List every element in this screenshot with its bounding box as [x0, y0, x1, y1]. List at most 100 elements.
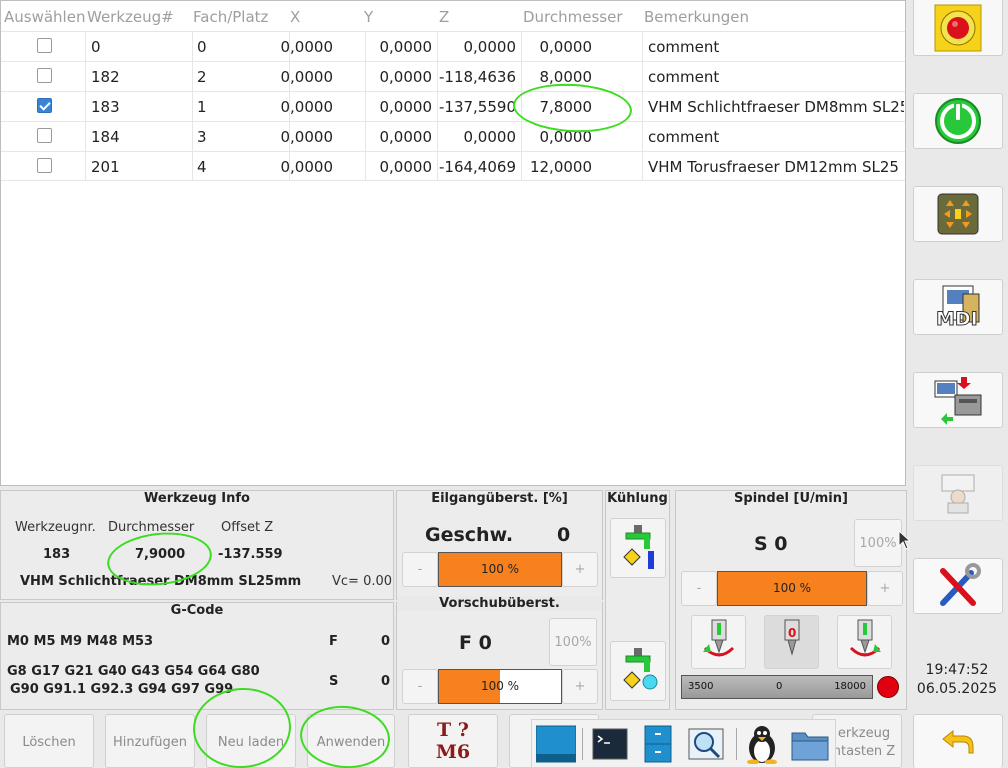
cell-slot: 0 — [197, 38, 207, 56]
emergency-stop-button[interactable] — [913, 0, 1003, 56]
flood-coolant-button[interactable] — [610, 518, 666, 578]
cooling-panel: Kühlung — [605, 490, 670, 710]
search-app[interactable] — [686, 724, 726, 764]
tool-diameter-label: Durchmesser — [108, 520, 195, 535]
table-row[interactable]: 0 0 0,0000 0,0000 0,0000 0,0000 comment — [1, 31, 905, 61]
tool-diameter-value: 7,9000 — [135, 547, 186, 562]
feed-minus-button[interactable]: - — [402, 669, 438, 704]
terminal-app[interactable] — [590, 724, 630, 764]
col-x[interactable]: X — [290, 8, 300, 26]
row-checkbox[interactable] — [37, 128, 52, 143]
clock-date: 06.05.2025 — [916, 681, 998, 697]
col-comment[interactable]: Bemerkungen — [644, 8, 749, 26]
tool-change-button[interactable]: T ? M6 — [408, 714, 498, 768]
tool-table: Auswählen Werkzeug# Fach/Platz X Y Z Dur… — [0, 0, 906, 486]
cell-tool: 182 — [91, 68, 120, 86]
cell-comment: VHM Torusfraeser DM12mm SL25 — [648, 158, 899, 176]
cooling-title: Kühlung — [607, 491, 668, 506]
rapid-plus-button[interactable]: + — [562, 552, 598, 587]
gcode-line-2: G8 G17 G21 G40 G43 G54 G64 G80 — [7, 664, 260, 679]
desktop-app[interactable] — [536, 724, 576, 764]
cell-diameter: 8,0000 — [539, 68, 593, 86]
feed-reset-button[interactable]: 100% — [549, 618, 597, 666]
cell-z: 0,0000 — [463, 128, 517, 146]
table-row[interactable]: 184 3 0,0000 0,0000 0,0000 0,0000 commen… — [1, 121, 905, 151]
tool-info-title: Werkzeug Info — [144, 491, 250, 506]
col-slot[interactable]: Fach/Platz — [193, 8, 268, 26]
table-row[interactable]: 182 2 0,0000 0,0000 -118,4636 8,0000 com… — [1, 61, 905, 91]
mdi-button[interactable]: MDI — [913, 279, 1003, 335]
file-cabinet-app[interactable] — [638, 724, 678, 764]
mdi-label: MDI — [936, 308, 979, 331]
apply-button[interactable]: Anwenden — [307, 714, 395, 768]
file-cabinet-icon — [644, 725, 672, 763]
power-button[interactable] — [913, 93, 1003, 149]
settings-button[interactable] — [913, 558, 1003, 614]
emergency-stop-icon — [934, 4, 982, 51]
mist-coolant-button[interactable] — [610, 641, 666, 701]
col-diameter[interactable]: Durchmesser — [523, 8, 623, 26]
add-button[interactable]: Hinzufügen — [105, 714, 195, 768]
cell-comment: comment — [648, 68, 720, 86]
row-checkbox[interactable] — [37, 98, 52, 113]
feed-plus-button[interactable]: + — [562, 669, 598, 704]
flood-coolant-icon — [623, 525, 654, 569]
gcode-f-value: 0 — [381, 634, 391, 649]
undo-arrow-icon — [942, 729, 974, 753]
spindle-speed-value: S 0 — [754, 533, 788, 555]
cell-y: 0,0000 — [379, 158, 433, 176]
operator-button[interactable] — [913, 465, 1003, 521]
cell-z: -118,4636 — [439, 68, 516, 86]
machine-button[interactable] — [913, 372, 1003, 428]
cnc-control-window: Auswählen Werkzeug# Fach/Platz X Y Z Dur… — [0, 0, 1008, 768]
jog-button[interactable] — [913, 186, 1003, 242]
spindle-cw-button[interactable] — [837, 615, 892, 669]
taskbar-dock — [531, 719, 836, 768]
col-y[interactable]: Y — [364, 8, 373, 26]
col-z[interactable]: Z — [439, 8, 449, 26]
cell-slot: 3 — [197, 128, 207, 146]
spindle-minus-button[interactable]: - — [681, 571, 717, 606]
spindle-rpm-gauge: 3500 0 18000 — [681, 675, 873, 699]
table-row[interactable]: 201 4 0,0000 0,0000 -164,4069 12,0000 VH… — [1, 151, 905, 181]
cell-diameter: 0,0000 — [539, 128, 593, 146]
spindle-plus-button[interactable]: + — [867, 571, 903, 606]
linux-app[interactable] — [742, 724, 782, 764]
feed-override-bar[interactable]: 100 % — [438, 669, 562, 704]
tool-info-panel: Werkzeug Info Werkzeugnr. Durchmesser Of… — [0, 490, 394, 600]
mist-coolant-icon — [623, 648, 658, 690]
cell-z: -137,5590 — [439, 98, 516, 116]
cell-slot: 1 — [197, 98, 207, 116]
tool-description: VHM Schlichtfraeser DM8mm SL25mm — [20, 574, 302, 589]
search-magnifier-icon — [688, 728, 724, 760]
tux-penguin-icon — [747, 726, 777, 764]
gcode-s-value: 0 — [381, 674, 391, 689]
col-select[interactable]: Auswählen — [4, 8, 85, 26]
cnc-machine-icon — [934, 377, 982, 425]
row-checkbox[interactable] — [37, 68, 52, 83]
gcode-panel: G-Code M0 M5 M9 M48 M53 G8 G17 G21 G40 G… — [0, 602, 394, 710]
cell-tool: 0 — [91, 38, 101, 56]
folder-app[interactable] — [790, 724, 830, 764]
delete-button[interactable]: Löschen — [4, 714, 94, 768]
rapid-override-panel: Eilgangüberst. [%] Geschw. 0 - 100 % + — [396, 490, 603, 600]
rapid-speed-label: Geschw. — [425, 524, 514, 546]
row-checkbox[interactable] — [37, 158, 52, 173]
table-row[interactable]: 183 1 0,0000 0,0000 -137,5590 7,8000 VHM… — [1, 91, 905, 121]
rapid-override-bar[interactable]: 100 % — [438, 552, 562, 587]
spindle-stop-button[interactable]: 0 — [764, 615, 819, 669]
spindle-ccw-button[interactable] — [691, 615, 746, 669]
feed-bar-text: 100 % — [480, 679, 520, 693]
spindle-override-bar[interactable]: 100 % — [717, 571, 867, 606]
reload-button[interactable]: Neu laden — [206, 714, 296, 768]
tool-number-label: Werkzeugnr. — [15, 520, 96, 535]
rapid-minus-button[interactable]: - — [402, 552, 438, 587]
cell-y: 0,0000 — [379, 68, 433, 86]
cell-y: 0,0000 — [379, 98, 433, 116]
tool-offset-value: -137.559 — [218, 547, 283, 562]
cell-diameter: 7,8000 — [539, 98, 593, 116]
spindle-reset-button[interactable]: 100% — [854, 519, 902, 567]
row-checkbox[interactable] — [37, 38, 52, 53]
col-tool[interactable]: Werkzeug# — [87, 8, 174, 26]
undo-button[interactable] — [913, 714, 1003, 768]
